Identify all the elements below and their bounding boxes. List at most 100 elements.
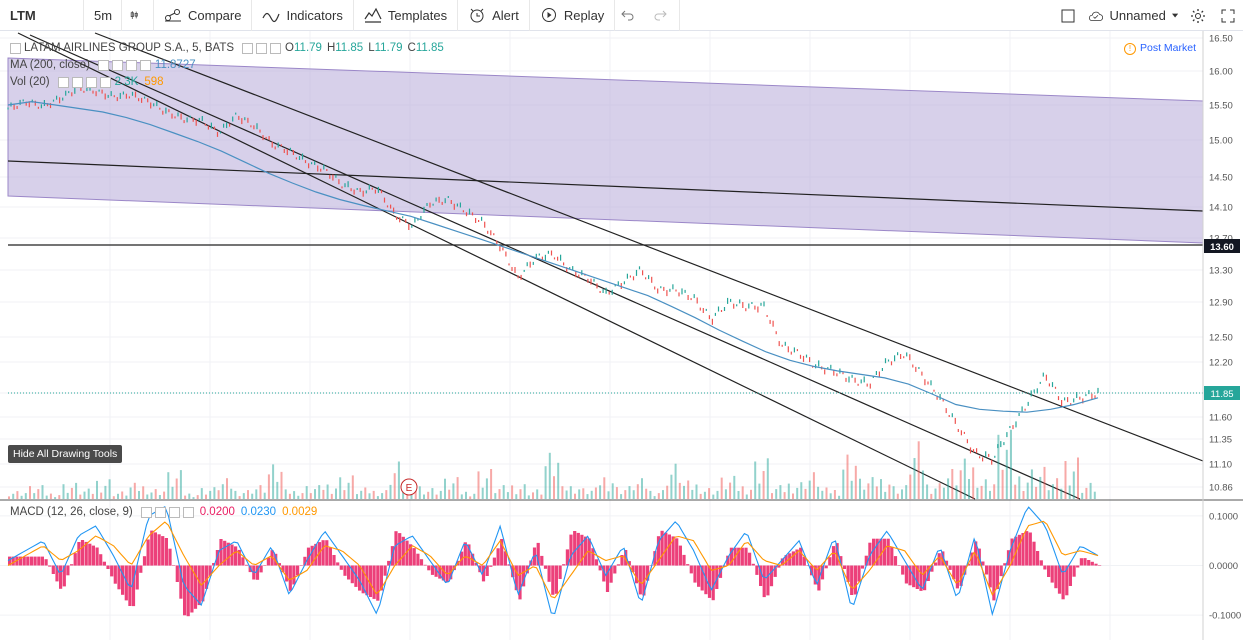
macd-histogram-bar — [1047, 565, 1051, 577]
settings-small-icon[interactable] — [71, 76, 83, 88]
interval-button[interactable]: 5m — [84, 0, 122, 31]
macd-histogram-bar — [347, 565, 351, 580]
macd-label: MACD (12, 26, close, 9) — [10, 506, 133, 518]
price-tick-label: 13.30 — [1209, 266, 1233, 277]
volume-bar — [934, 488, 937, 499]
macd-histogram-bar — [616, 564, 620, 566]
macd-histogram-bar — [332, 555, 336, 566]
volume-bar — [389, 484, 392, 499]
replay-button[interactable]: Replay — [530, 0, 616, 31]
templates-button[interactable]: Templates — [354, 0, 459, 31]
fullscreen-button[interactable] — [1216, 0, 1240, 31]
macd-histogram-bar — [558, 565, 562, 579]
remove-icon[interactable] — [85, 76, 97, 88]
macd-histogram-bar — [121, 565, 125, 595]
macd-histogram-bar — [492, 557, 496, 566]
remove-icon[interactable] — [125, 59, 137, 71]
price-tick-label: 14.10 — [1209, 203, 1233, 214]
price-tick-label: 14.50 — [1209, 173, 1233, 184]
volume-bar — [100, 492, 103, 499]
chart-type-button[interactable] — [122, 0, 154, 31]
macd-histogram-bar — [1028, 532, 1032, 566]
price-chart[interactable]: 16.5016.0015.5015.0014.5014.1013.7013.30… — [0, 31, 1243, 640]
cloud-icon — [1088, 11, 1103, 21]
volume-bar — [154, 489, 157, 499]
volume-bar — [536, 489, 539, 499]
volume-bar — [972, 467, 975, 499]
fullscreen-layout-button[interactable] — [1056, 0, 1080, 31]
layout-save-button[interactable]: Unnamed — [1088, 0, 1178, 31]
symbol-search[interactable]: LTM — [0, 0, 84, 31]
more-icon[interactable] — [182, 506, 194, 518]
volume-bar — [456, 477, 459, 499]
volume-bar — [70, 487, 73, 499]
undo-button[interactable] — [615, 0, 647, 31]
more-icon[interactable] — [139, 59, 151, 71]
settings-small-icon[interactable] — [256, 42, 268, 54]
chevron-down-icon — [1171, 13, 1178, 18]
volume-bar — [431, 488, 434, 499]
collapse-icon[interactable] — [10, 42, 21, 54]
macd-histogram-bar — [106, 565, 110, 569]
macd-histogram-bar — [682, 554, 686, 566]
compare-button[interactable]: Compare — [154, 0, 253, 31]
hide-drawing-tools-button[interactable]: Hide All Drawing Tools — [8, 445, 123, 463]
macd-histogram-bar — [168, 548, 172, 566]
settings-button[interactable] — [1186, 0, 1210, 31]
macd-histogram-bar — [102, 561, 106, 566]
indicators-button[interactable]: Indicators — [252, 0, 354, 31]
volume-bar — [1060, 488, 1063, 499]
macd-histogram-bar — [299, 565, 303, 566]
macd-histogram-bar — [893, 556, 898, 566]
volume-bar — [167, 472, 170, 499]
macd-histogram-bar — [686, 564, 690, 566]
remove-icon[interactable] — [168, 506, 180, 518]
volume-bar — [901, 489, 903, 499]
volume-bar — [247, 490, 249, 499]
earnings-marker[interactable]: E — [400, 478, 418, 496]
templates-icon — [364, 7, 382, 23]
volume-bar — [792, 493, 794, 499]
price-tick-label: 11.60 — [1209, 413, 1232, 424]
warning-icon: ! — [1124, 43, 1136, 55]
volume-bar — [607, 491, 610, 499]
volume-bar — [574, 493, 576, 499]
volume-bar — [599, 485, 602, 499]
eye-icon[interactable] — [242, 42, 254, 54]
parallel-channel[interactable] — [7, 57, 1204, 244]
volume-bar — [330, 493, 333, 499]
volume-bar — [754, 461, 757, 499]
remove-icon[interactable] — [270, 42, 282, 54]
macd-histogram-bar — [153, 532, 157, 566]
volume-bar — [511, 485, 514, 499]
indicators-label: Indicators — [286, 7, 343, 23]
redo-button[interactable] — [647, 0, 681, 31]
macd-histogram-bar — [1098, 565, 1102, 566]
volume-bar — [557, 462, 560, 499]
post-market-badge[interactable]: ! Post Market — [1124, 42, 1196, 55]
eye-icon[interactable] — [57, 76, 69, 88]
macd-histogram-bar — [183, 565, 187, 616]
macd-histogram-bar — [77, 542, 81, 566]
settings-small-icon[interactable] — [111, 59, 123, 71]
volume-bar — [821, 490, 824, 499]
settings-small-icon[interactable] — [154, 506, 166, 518]
volume-bar — [1051, 484, 1054, 499]
volume-bar — [863, 489, 866, 499]
macd-histogram-bar — [638, 565, 642, 595]
eye-icon[interactable] — [140, 506, 152, 518]
macd-histogram-bar — [496, 548, 500, 566]
volume-bar — [360, 490, 363, 499]
more-icon[interactable] — [99, 76, 111, 88]
macd-axis[interactable]: 0.1000 0.0000 -0.1000 — [1209, 511, 1241, 621]
price-axis[interactable]: 16.5016.0015.5015.0014.5014.1013.7013.30… — [1204, 34, 1240, 494]
eye-icon[interactable] — [97, 59, 109, 71]
macd-histogram-bar — [613, 565, 617, 574]
alert-button[interactable]: Alert — [458, 0, 530, 31]
macd-histogram-bar — [234, 546, 238, 566]
volume-bar — [158, 495, 161, 499]
macd-histogram-bar — [161, 536, 165, 566]
volume-bar — [888, 484, 891, 499]
macd-histogram-bar — [88, 543, 92, 566]
price-tick-label: 11.10 — [1209, 460, 1232, 471]
